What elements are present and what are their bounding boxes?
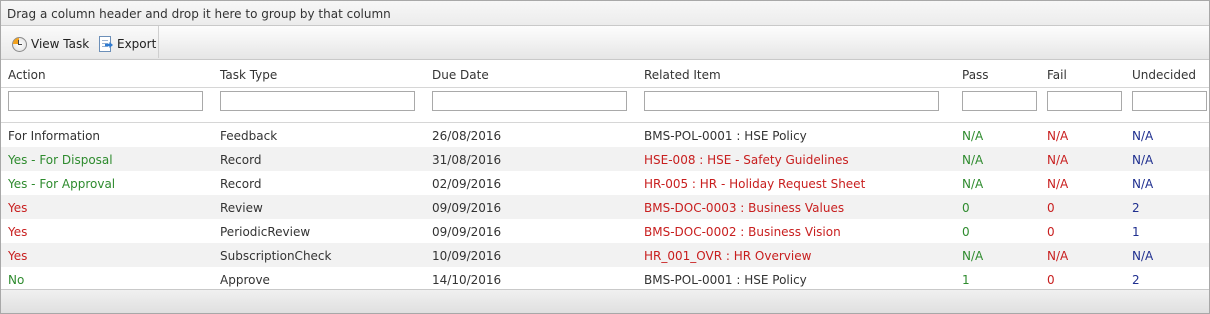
filter-undecided-input[interactable]: [1132, 91, 1207, 111]
table-row[interactable]: No Approve 14/10/2016 BMS-POL-0001 : HSE Po…: [1, 267, 1209, 291]
filter-fail-input[interactable]: [1047, 91, 1122, 111]
task-type-cell: SubscriptionCheck: [220, 249, 332, 263]
pass-cell: N/A: [962, 177, 984, 191]
due-date-cell: 10/09/2016: [432, 249, 502, 263]
pass-cell: N/A: [962, 153, 984, 167]
table-row[interactable]: Yes - For Approval Record 02/09/2016 HR-005…: [1, 171, 1209, 195]
undecided-cell: N/A: [1132, 249, 1154, 263]
clock-icon: [11, 36, 27, 52]
header-action[interactable]: Action: [8, 68, 46, 82]
due-date-cell: 26/08/2016: [432, 129, 502, 143]
filter-related-item-input[interactable]: [644, 91, 939, 111]
due-date-cell: 02/09/2016: [432, 177, 502, 191]
fail-cell: N/A: [1047, 249, 1069, 263]
action-cell: Yes: [8, 249, 28, 263]
filter-action-input[interactable]: [8, 91, 203, 111]
undecided-cell: 1: [1132, 225, 1140, 239]
action-cell: Yes - For Disposal: [8, 153, 113, 167]
header-task-type[interactable]: Task Type: [220, 68, 277, 82]
action-cell: Yes - For Approval: [8, 177, 116, 191]
task-type-cell: PeriodicReview: [220, 225, 311, 239]
fail-cell: N/A: [1047, 177, 1069, 191]
grid-footer: [1, 289, 1209, 313]
task-type-cell: Feedback: [220, 129, 278, 143]
table-row[interactable]: Yes PeriodicReview 09/09/2016 BMS-DOC-0002 …: [1, 219, 1209, 243]
related-item-cell: BMS-DOC-0003 : Business Values: [644, 201, 845, 215]
header-undecided[interactable]: Undecided: [1132, 68, 1196, 82]
fail-cell: N/A: [1047, 129, 1069, 143]
group-by-hint: Drag a column header and drop it here to…: [7, 7, 391, 21]
table-row[interactable]: Yes - For Disposal Record 31/08/2016 HSE-00…: [1, 147, 1209, 171]
related-item-cell: BMS-DOC-0002 : Business Vision: [644, 225, 841, 239]
pass-cell: N/A: [962, 129, 984, 143]
task-grid: Drag a column header and drop it here to…: [0, 0, 1210, 314]
filter-task-type-input[interactable]: [220, 91, 415, 111]
toolbar: View Task Export: [1, 26, 1209, 60]
due-date-cell: 14/10/2016: [432, 273, 502, 287]
toolbar-button-group: View Task Export: [1, 26, 159, 58]
action-cell: For Information: [8, 129, 101, 143]
undecided-cell: N/A: [1132, 129, 1154, 143]
action-cell: Yes: [8, 201, 28, 215]
task-type-cell: Approve: [220, 273, 270, 287]
header-fail[interactable]: Fail: [1047, 68, 1067, 82]
header-due-date[interactable]: Due Date: [432, 68, 489, 82]
pass-cell: 0: [962, 225, 970, 239]
pass-cell: 1: [962, 273, 970, 287]
view-task-label: View Task: [31, 37, 90, 51]
export-button[interactable]: Export: [97, 35, 156, 53]
export-label: Export: [117, 37, 157, 51]
pass-cell: N/A: [962, 249, 984, 263]
related-item-cell: BMS-POL-0001 : HSE Policy: [644, 273, 807, 287]
related-item-cell: HSE-008 : HSE - Safety Guidelines: [644, 153, 849, 167]
group-by-panel[interactable]: Drag a column header and drop it here to…: [1, 1, 1209, 26]
undecided-cell: 2: [1132, 273, 1140, 287]
fail-cell: N/A: [1047, 153, 1069, 167]
pass-cell: 0: [962, 201, 970, 215]
table-row[interactable]: For Information Feedback 26/08/2016 BMS-POL…: [1, 123, 1209, 147]
fail-cell: 0: [1047, 201, 1055, 215]
filter-due-date-input[interactable]: [432, 91, 627, 111]
fail-cell: 0: [1047, 225, 1055, 239]
export-icon: [97, 36, 113, 52]
related-item-cell: BMS-POL-0001 : HSE Policy: [644, 129, 807, 143]
related-item-cell: HR_001_OVR : HR Overview: [644, 249, 812, 263]
undecided-cell: 2: [1132, 201, 1140, 215]
filter-pass-input[interactable]: [962, 91, 1037, 111]
action-cell: Yes: [8, 225, 28, 239]
column-headers: Action Task Type Due Date Related Item P…: [1, 60, 1209, 88]
view-task-button[interactable]: View Task: [11, 35, 89, 53]
undecided-cell: N/A: [1132, 153, 1154, 167]
undecided-cell: N/A: [1132, 177, 1154, 191]
task-type-cell: Record: [220, 177, 262, 191]
table-row[interactable]: Yes Review 09/09/2016 BMS-DOC-0003 : Busine…: [1, 195, 1209, 219]
header-pass[interactable]: Pass: [962, 68, 989, 82]
fail-cell: 0: [1047, 273, 1055, 287]
task-type-cell: Review: [220, 201, 263, 215]
grid-rows: For Information Feedback 26/08/2016 BMS-POL…: [1, 123, 1209, 291]
header-related-item[interactable]: Related Item: [644, 68, 721, 82]
filter-row: [1, 88, 1209, 123]
due-date-cell: 09/09/2016: [432, 201, 502, 215]
due-date-cell: 31/08/2016: [432, 153, 502, 167]
related-item-cell: HR-005 : HR - Holiday Request Sheet: [644, 177, 866, 191]
table-row[interactable]: Yes SubscriptionCheck 10/09/2016 HR_001_OVR…: [1, 243, 1209, 267]
action-cell: No: [8, 273, 25, 287]
task-type-cell: Record: [220, 153, 262, 167]
due-date-cell: 09/09/2016: [432, 225, 502, 239]
